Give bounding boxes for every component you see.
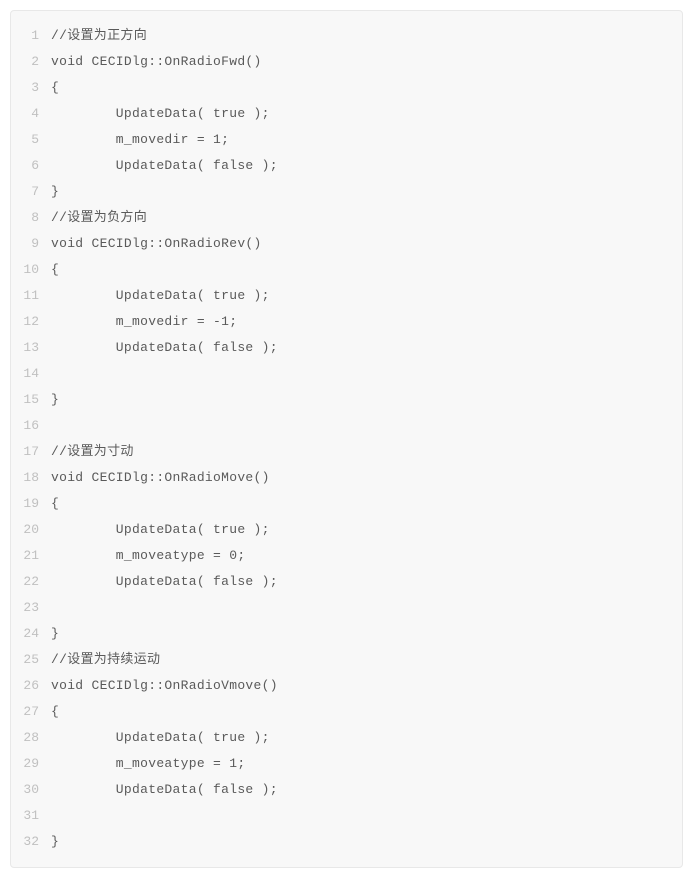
- code-line: 15 }: [11, 387, 682, 413]
- line-content: void CECIDlg::OnRadioMove(): [51, 465, 682, 491]
- line-number: 14: [11, 361, 51, 387]
- line-number: 1: [11, 23, 51, 49]
- line-content: void CECIDlg::OnRadioFwd(): [51, 49, 682, 75]
- line-number: 12: [11, 309, 51, 335]
- line-content: void CECIDlg::OnRadioVmove(): [51, 673, 682, 699]
- line-number: 17: [11, 439, 51, 465]
- code-line: 9 void CECIDlg::OnRadioRev(): [11, 231, 682, 257]
- line-number: 5: [11, 127, 51, 153]
- code-line: 23: [11, 595, 682, 621]
- line-content: }: [51, 179, 682, 205]
- line-number: 26: [11, 673, 51, 699]
- code-line: 26 void CECIDlg::OnRadioVmove(): [11, 673, 682, 699]
- line-content: m_moveatype = 0;: [51, 543, 682, 569]
- code-line: 27 {: [11, 699, 682, 725]
- line-number: 30: [11, 777, 51, 803]
- line-number: 19: [11, 491, 51, 517]
- line-number: 20: [11, 517, 51, 543]
- line-number: 15: [11, 387, 51, 413]
- line-content: {: [51, 75, 682, 101]
- line-number: 28: [11, 725, 51, 751]
- line-number: 11: [11, 283, 51, 309]
- code-block: 1 //设置为正方向 2 void CECIDlg::OnRadioFwd() …: [10, 10, 683, 868]
- code-line: 1 //设置为正方向: [11, 23, 682, 49]
- code-line: 17 //设置为寸动: [11, 439, 682, 465]
- line-content: UpdateData( true );: [51, 101, 682, 127]
- line-content: UpdateData( true );: [51, 517, 682, 543]
- line-number: 31: [11, 803, 51, 829]
- line-number: 27: [11, 699, 51, 725]
- line-content: UpdateData( false );: [51, 153, 682, 179]
- line-number: 25: [11, 647, 51, 673]
- line-number: 13: [11, 335, 51, 361]
- line-content: {: [51, 491, 682, 517]
- line-content: m_movedir = 1;: [51, 127, 682, 153]
- code-line: 16: [11, 413, 682, 439]
- code-line: 30 UpdateData( false );: [11, 777, 682, 803]
- line-number: 8: [11, 205, 51, 231]
- code-line: 7 }: [11, 179, 682, 205]
- line-content: m_moveatype = 1;: [51, 751, 682, 777]
- code-line: 5 m_movedir = 1;: [11, 127, 682, 153]
- code-line: 6 UpdateData( false );: [11, 153, 682, 179]
- line-content: //设置为持续运动: [51, 647, 682, 673]
- line-number: 24: [11, 621, 51, 647]
- code-line: 31: [11, 803, 682, 829]
- line-number: 18: [11, 465, 51, 491]
- line-content: //设置为正方向: [51, 23, 682, 49]
- code-line: 18 void CECIDlg::OnRadioMove(): [11, 465, 682, 491]
- line-content: UpdateData( true );: [51, 725, 682, 751]
- line-number: 3: [11, 75, 51, 101]
- code-line: 19 {: [11, 491, 682, 517]
- line-content: UpdateData( true );: [51, 283, 682, 309]
- code-line: 4 UpdateData( true );: [11, 101, 682, 127]
- code-line: 29 m_moveatype = 1;: [11, 751, 682, 777]
- code-line: 14: [11, 361, 682, 387]
- line-content: {: [51, 699, 682, 725]
- line-number: 29: [11, 751, 51, 777]
- code-line: 2 void CECIDlg::OnRadioFwd(): [11, 49, 682, 75]
- code-line: 28 UpdateData( true );: [11, 725, 682, 751]
- line-number: 7: [11, 179, 51, 205]
- line-number: 16: [11, 413, 51, 439]
- line-number: 23: [11, 595, 51, 621]
- code-line: 32 }: [11, 829, 682, 855]
- line-content: }: [51, 829, 682, 855]
- line-number: 6: [11, 153, 51, 179]
- code-line: 13 UpdateData( false );: [11, 335, 682, 361]
- code-line: 3 {: [11, 75, 682, 101]
- code-line: 25 //设置为持续运动: [11, 647, 682, 673]
- line-content: //设置为寸动: [51, 439, 682, 465]
- code-line: 8 //设置为负方向: [11, 205, 682, 231]
- line-content: m_movedir = -1;: [51, 309, 682, 335]
- line-content: UpdateData( false );: [51, 569, 682, 595]
- line-number: 22: [11, 569, 51, 595]
- code-line: 10 {: [11, 257, 682, 283]
- line-number: 4: [11, 101, 51, 127]
- line-number: 9: [11, 231, 51, 257]
- line-content: UpdateData( false );: [51, 335, 682, 361]
- line-number: 32: [11, 829, 51, 855]
- line-content: }: [51, 621, 682, 647]
- line-number: 21: [11, 543, 51, 569]
- code-line: 22 UpdateData( false );: [11, 569, 682, 595]
- code-line: 21 m_moveatype = 0;: [11, 543, 682, 569]
- code-line: 20 UpdateData( true );: [11, 517, 682, 543]
- code-line: 11 UpdateData( true );: [11, 283, 682, 309]
- line-content: {: [51, 257, 682, 283]
- line-content: void CECIDlg::OnRadioRev(): [51, 231, 682, 257]
- line-number: 10: [11, 257, 51, 283]
- line-number: 2: [11, 49, 51, 75]
- line-content: //设置为负方向: [51, 205, 682, 231]
- code-line: 12 m_movedir = -1;: [11, 309, 682, 335]
- line-content: }: [51, 387, 682, 413]
- code-line: 24 }: [11, 621, 682, 647]
- line-content: UpdateData( false );: [51, 777, 682, 803]
